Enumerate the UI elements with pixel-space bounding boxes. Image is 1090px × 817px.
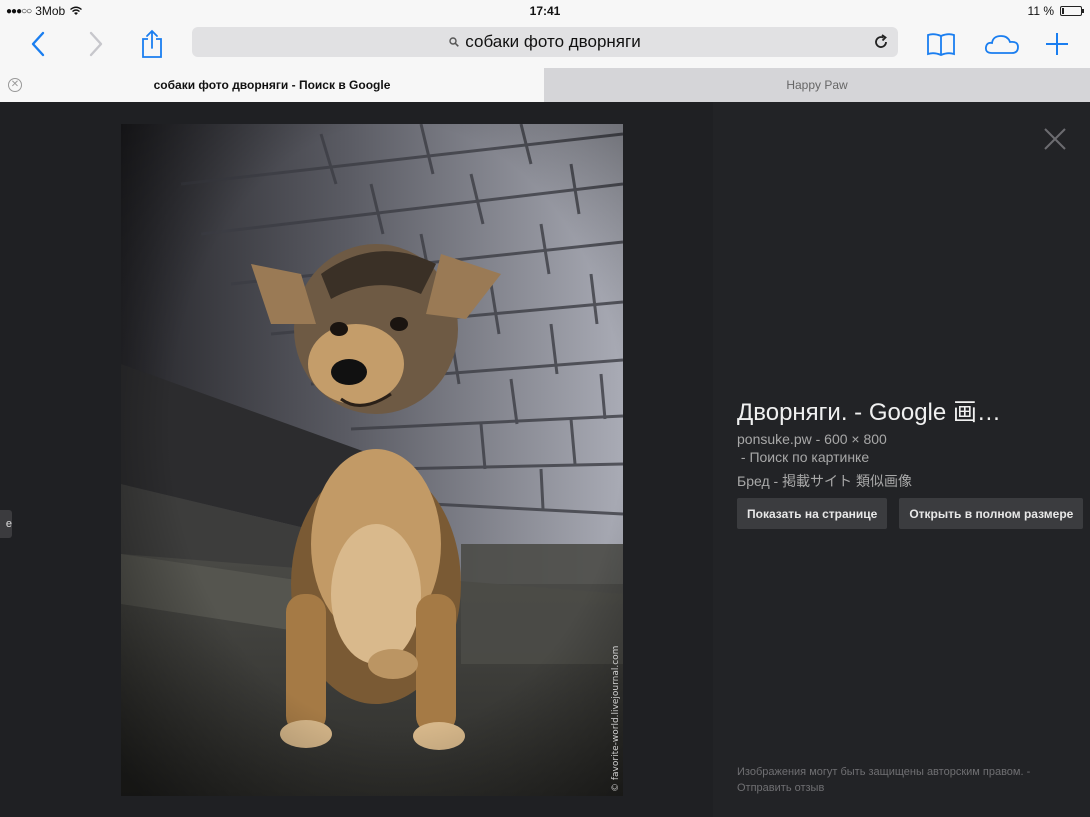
back-button[interactable] <box>20 26 56 62</box>
battery-indicator: 11 % <box>1027 4 1084 18</box>
dog-photo[interactable]: © favorite-world.livejournal.com <box>121 124 623 796</box>
open-full-size-button[interactable]: Открыть в полном размере <box>899 498 1084 529</box>
close-icon: ✕ <box>10 79 20 90</box>
photo-panel: e © favorite-world.livejournal.com <box>0 102 713 817</box>
new-tab-icon <box>1046 33 1068 55</box>
tab-google-search[interactable]: ✕ собаки фото дворняги - Поиск в Google <box>0 68 544 102</box>
photo-watermark: © favorite-world.livejournal.com <box>611 646 621 792</box>
search-by-image-link[interactable]: Поиск по картинке <box>749 449 869 465</box>
share-button[interactable] <box>134 26 170 62</box>
tab-happy-paw[interactable]: Happy Paw <box>544 68 1090 102</box>
battery-fill <box>1062 8 1064 14</box>
reload-button[interactable] <box>870 31 892 53</box>
image-source-line: ponsuke.pw - 600 × 800 <box>737 431 1090 447</box>
previous-image-tab[interactable]: e <box>0 510 12 538</box>
forward-icon <box>89 31 103 57</box>
address-bar[interactable]: собаки фото дворняги <box>192 27 898 57</box>
new-tab-button[interactable] <box>1039 26 1075 62</box>
copyright-footnote: Изображения могут быть защищены авторски… <box>737 766 1031 794</box>
icloud-tabs-icon <box>984 35 1019 54</box>
tab-bar: ✕ собаки фото дворняги - Поиск в Google … <box>0 68 1090 102</box>
reload-icon <box>875 34 887 48</box>
bookmarks-button[interactable] <box>923 26 959 62</box>
source-link[interactable]: ponsuke.pw <box>737 431 812 447</box>
related-links[interactable]: Бред - 掲載サイト 類似画像 <box>737 471 1090 491</box>
battery-icon <box>1060 6 1084 16</box>
bookmarks-icon <box>927 33 955 56</box>
browser-toolbar: собаки фото дворняги <box>0 22 1090 68</box>
close-viewer-button[interactable] <box>1040 124 1070 154</box>
viewer-actions: Показать на странице Открыть в полном ра… <box>737 498 1090 529</box>
image-viewer: e © favorite-world.livejournal.com Дворн… <box>0 102 1090 817</box>
image-title[interactable]: Дворняги. - Google 画… <box>737 392 1090 427</box>
clock: 17:41 <box>529 4 561 18</box>
dog-photo-illustration: © favorite-world.livejournal.com <box>121 124 623 796</box>
tab-close-button[interactable]: ✕ <box>8 78 22 92</box>
search-by-image-line: - Поиск по картинке <box>737 449 1090 465</box>
image-info: Дворняги. - Google 画… ponsuke.pw - 600 ×… <box>737 392 1090 491</box>
show-on-page-button[interactable]: Показать на странице <box>737 498 888 529</box>
separator: - <box>815 431 825 447</box>
tab-label: Happy Paw <box>786 78 848 92</box>
tab-label: собаки фото дворняги - Поиск в Google <box>153 78 391 92</box>
forward-button[interactable] <box>78 26 114 62</box>
icloud-tabs-button[interactable] <box>982 26 1022 62</box>
status-bar: ●●●○○ 3Mob 17:41 11 % <box>0 0 1090 22</box>
separator: - <box>737 449 750 465</box>
image-dimensions: 600 × 800 <box>824 431 887 447</box>
battery-percent: 11 % <box>1027 4 1054 18</box>
share-icon <box>142 29 162 58</box>
search-icon <box>449 37 460 47</box>
back-icon <box>31 31 45 57</box>
side-tab-label: e <box>5 518 12 530</box>
address-text: собаки фото дворняги <box>465 32 641 51</box>
